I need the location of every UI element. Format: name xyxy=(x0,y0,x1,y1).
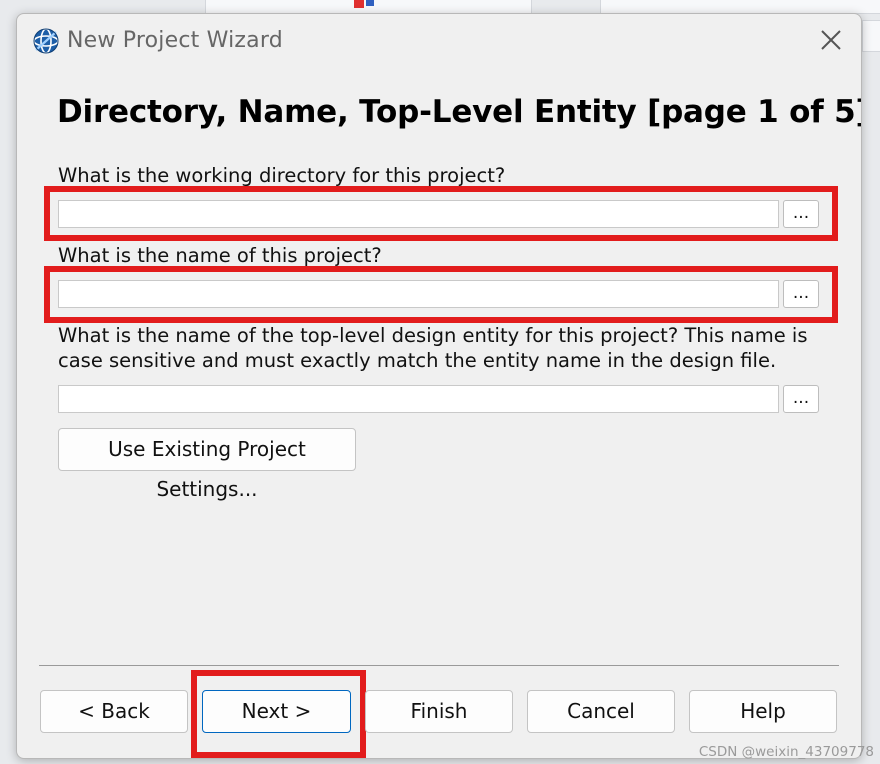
project-name-label: What is the name of this project? xyxy=(58,244,382,267)
cancel-button[interactable]: Cancel xyxy=(527,690,675,733)
help-button[interactable]: Help xyxy=(689,690,837,733)
watermark: CSDN @weixin_43709778 xyxy=(698,744,874,760)
top-level-entity-label-line1: What is the name of the top-level design… xyxy=(58,324,808,347)
highlight-box-next xyxy=(191,670,366,758)
highlight-box-project-name xyxy=(44,266,838,323)
new-project-wizard-dialog: New Project Wizard Directory, Name, Top-… xyxy=(16,13,862,759)
page-title: Directory, Name, Top-Level Entity [page … xyxy=(57,94,862,130)
top-level-entity-input[interactable] xyxy=(58,385,779,413)
top-level-entity-browse-button[interactable]: ... xyxy=(783,385,819,413)
background-window-right xyxy=(600,0,880,14)
close-icon[interactable] xyxy=(817,26,845,54)
use-existing-project-settings-button[interactable]: Use Existing Project Settings... xyxy=(58,428,356,501)
footer-separator xyxy=(39,665,839,666)
back-button[interactable]: < Back xyxy=(40,690,188,733)
title-bar: New Project Wizard xyxy=(17,14,861,70)
quartus-globe-icon xyxy=(33,28,59,54)
background-window-edge xyxy=(862,20,880,52)
background-app-icon xyxy=(350,0,380,12)
working-directory-label: What is the working directory for this p… xyxy=(58,164,506,187)
window-title: New Project Wizard xyxy=(67,28,283,53)
highlight-box-working-directory xyxy=(44,186,838,241)
finish-button[interactable]: Finish xyxy=(365,690,513,733)
top-level-entity-label-line2: case sensitive and must exactly match th… xyxy=(58,349,777,372)
